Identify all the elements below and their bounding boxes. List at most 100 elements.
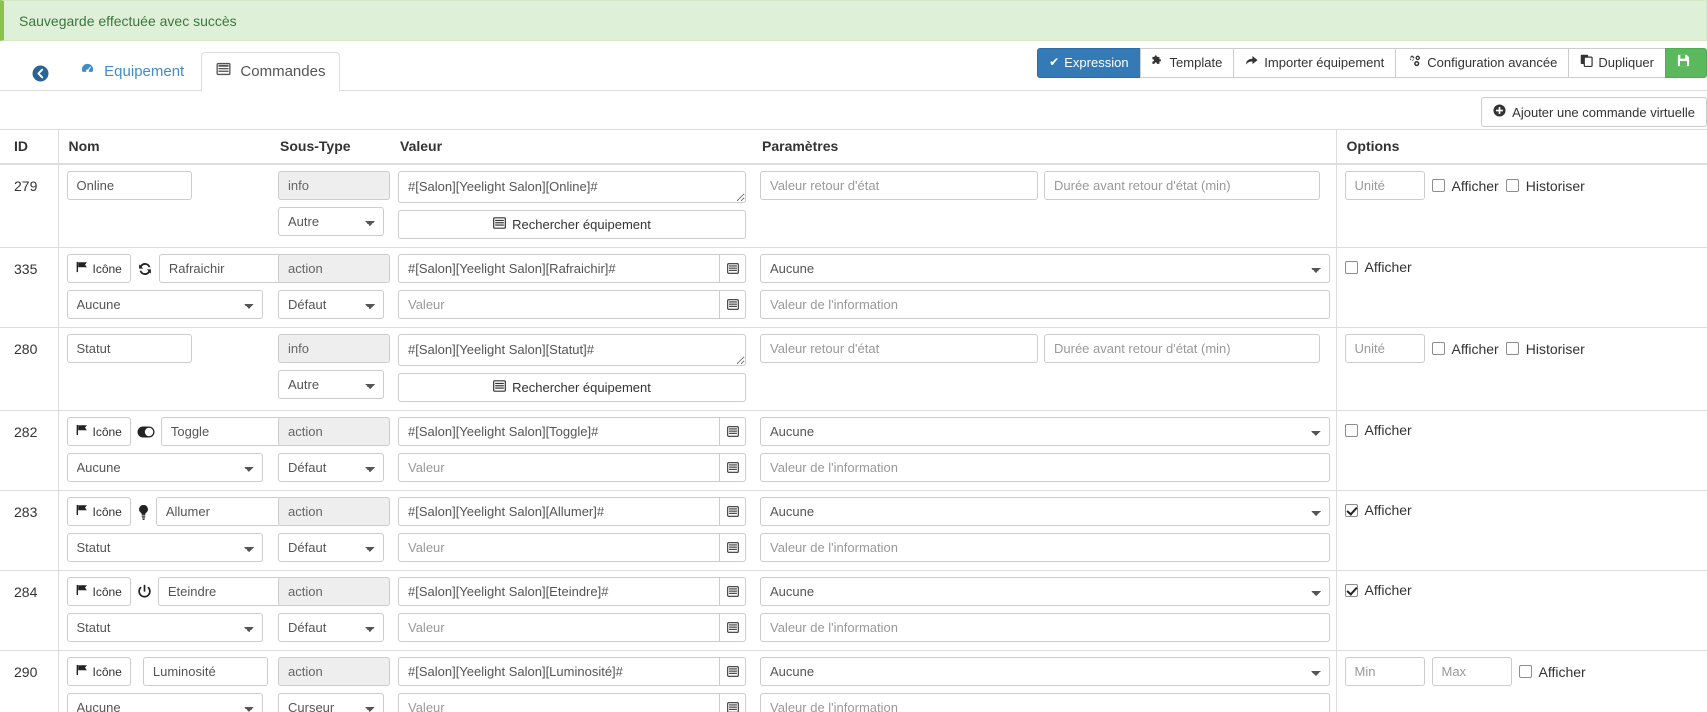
afficher-checkbox[interactable] <box>1344 423 1358 437</box>
command-subtype-select[interactable]: Défaut <box>278 613 384 642</box>
col-header-options: Options <box>1336 129 1707 165</box>
import-equipment-button[interactable]: Importer équipement <box>1233 48 1397 78</box>
afficher-checkbox[interactable] <box>1431 342 1445 355</box>
command-name-select[interactable]: Aucune <box>66 693 263 712</box>
command-value2-input[interactable] <box>398 613 746 642</box>
command-name-input[interactable] <box>66 334 192 363</box>
flag-icon <box>76 261 88 276</box>
choose-icon-button[interactable]: Icône <box>66 657 131 686</box>
afficher-label: Afficher <box>1538 663 1586 680</box>
arrow-circle-left-icon[interactable] <box>18 57 63 92</box>
unit-input[interactable] <box>1344 171 1425 200</box>
param-info-input[interactable] <box>760 453 1330 482</box>
command-value-input[interactable] <box>398 577 746 606</box>
command-subtype-select[interactable]: Autre <box>278 370 384 399</box>
tab-commandes[interactable]: Commandes <box>201 52 341 92</box>
command-subtype-select[interactable]: Défaut <box>278 453 384 482</box>
command-name-input[interactable] <box>66 171 192 200</box>
value-picker-button[interactable] <box>719 658 745 685</box>
param-info-input[interactable] <box>760 290 1330 319</box>
param-info-input[interactable] <box>760 693 1330 712</box>
save-button[interactable] <box>1665 48 1707 78</box>
value2-picker-button[interactable] <box>719 454 745 481</box>
command-name-input[interactable] <box>142 657 268 686</box>
afficher-checkbox[interactable] <box>1344 260 1358 274</box>
command-name-input[interactable] <box>160 417 286 446</box>
command-value2-input[interactable] <box>398 693 746 712</box>
template-button[interactable]: Template <box>1139 48 1235 78</box>
return-state-delay-input[interactable] <box>1044 171 1320 200</box>
row-subtype-cell: Défaut <box>270 490 390 571</box>
command-name-select[interactable]: Aucune <box>66 290 263 319</box>
command-name-input[interactable] <box>158 254 284 283</box>
choose-icon-button[interactable]: Icône <box>66 497 131 526</box>
row-value-cell <box>390 247 752 328</box>
param-info-input[interactable] <box>760 533 1330 562</box>
search-equipment-button[interactable]: Rechercher équipement <box>398 210 746 239</box>
tab-equipement-link[interactable]: Equipement <box>65 52 199 92</box>
max-input[interactable] <box>1431 657 1512 686</box>
param-action-select[interactable]: Aucune <box>760 497 1330 526</box>
historiser-checkbox[interactable] <box>1505 179 1519 192</box>
afficher-checkbox[interactable] <box>1344 503 1358 517</box>
choose-icon-button[interactable]: Icône <box>66 254 131 283</box>
command-name-select[interactable]: Statut <box>66 613 263 642</box>
param-info-input[interactable] <box>760 613 1330 642</box>
add-virtual-command-button[interactable]: Ajouter une commande virtuelle <box>1481 97 1707 127</box>
tab-bar: Equipement Commandes ✔ Expression Templa… <box>0 41 1707 92</box>
command-value2-input[interactable] <box>398 533 746 562</box>
command-value-input[interactable] <box>398 657 746 686</box>
value2-picker-button[interactable] <box>719 291 745 318</box>
value2-picker-button[interactable] <box>719 614 745 641</box>
command-value-input[interactable] <box>398 417 746 446</box>
historiser-label: Historiser <box>1525 340 1585 357</box>
check-icon: ✔ <box>1049 55 1060 70</box>
return-state-delay-input[interactable] <box>1044 334 1320 363</box>
return-state-value-input[interactable] <box>760 171 1038 200</box>
choose-icon-button[interactable]: Icône <box>66 577 131 606</box>
advanced-config-button[interactable]: Configuration avancée <box>1395 48 1570 78</box>
afficher-checkbox[interactable] <box>1431 179 1445 192</box>
value-picker-button[interactable] <box>719 255 745 282</box>
command-subtype-select[interactable]: Autre <box>278 207 384 236</box>
row-value-cell <box>390 570 752 651</box>
afficher-checkbox[interactable] <box>1344 583 1358 597</box>
param-action-select[interactable]: Aucune <box>760 657 1330 686</box>
command-name-input[interactable] <box>157 577 283 606</box>
value-picker-button[interactable] <box>719 498 745 525</box>
command-name-input[interactable] <box>155 497 281 526</box>
command-subtype-select[interactable]: Curseur <box>278 693 384 712</box>
duplicate-button[interactable]: Dupliquer <box>1568 48 1666 78</box>
param-action-select[interactable]: Aucune <box>760 577 1330 606</box>
command-subtype-select[interactable]: Défaut <box>278 533 384 562</box>
param-action-select[interactable]: Aucune <box>760 254 1330 283</box>
command-value-input[interactable] <box>398 497 746 526</box>
command-value2-input[interactable] <box>398 290 746 319</box>
value2-picker-button[interactable] <box>719 534 745 561</box>
value2-picker-button[interactable] <box>719 694 745 712</box>
return-state-value-input[interactable] <box>760 334 1038 363</box>
value-picker-button[interactable] <box>719 418 745 445</box>
command-name-select[interactable]: Statut <box>66 533 263 562</box>
value-picker-button[interactable] <box>719 578 745 605</box>
command-value-textarea[interactable]: #[Salon][Yeelight Salon][Statut]# <box>398 334 746 366</box>
choose-icon-button[interactable]: Icône <box>66 417 131 446</box>
row-id: 283 <box>0 490 59 571</box>
command-value2-input[interactable] <box>398 453 746 482</box>
tab-commandes-link[interactable]: Commandes <box>201 52 341 92</box>
command-value-textarea[interactable]: #[Salon][Yeelight Salon][Online]# <box>398 171 746 203</box>
param-action-select[interactable]: Aucune <box>760 417 1330 446</box>
min-input[interactable] <box>1344 657 1425 686</box>
command-value-input[interactable] <box>398 254 746 283</box>
command-subtype-select[interactable]: Défaut <box>278 290 384 319</box>
unit-input[interactable] <box>1344 334 1425 363</box>
expression-button[interactable]: ✔ Expression <box>1037 48 1141 78</box>
afficher-checkbox[interactable] <box>1518 665 1532 678</box>
col-header-id: ID <box>0 129 59 165</box>
search-equipment-button[interactable]: Rechercher équipement <box>398 373 746 402</box>
commands-table-body: 279 Autre #[Salon][Yeelight Salon][O <box>0 163 1707 712</box>
back-nav-item[interactable] <box>18 57 63 92</box>
historiser-checkbox[interactable] <box>1505 342 1519 355</box>
tab-equipement[interactable]: Equipement <box>65 52 199 92</box>
command-name-select[interactable]: Aucune <box>66 453 263 482</box>
